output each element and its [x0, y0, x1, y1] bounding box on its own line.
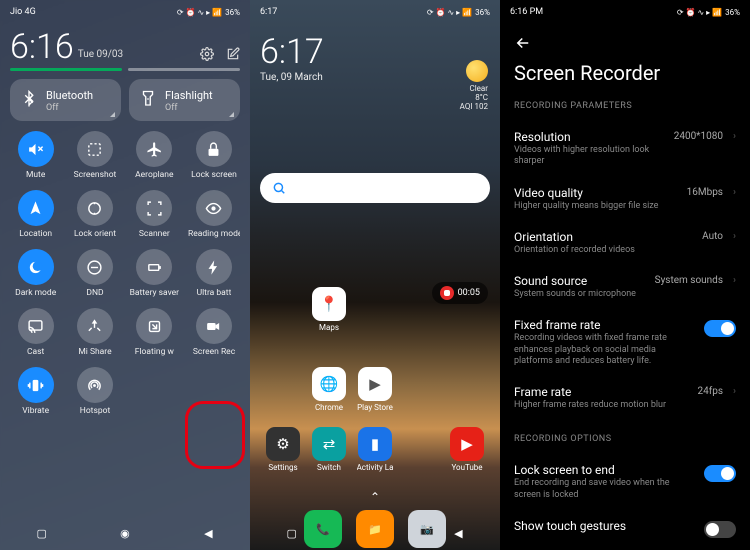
- setting-frame-rate[interactable]: Frame rateHigher frame rates reduce moti…: [514, 376, 736, 420]
- edit-icon[interactable]: [226, 47, 240, 64]
- expand-icon[interactable]: [229, 112, 234, 117]
- tile-lock[interactable]: Lock screen: [188, 131, 240, 180]
- drawer-arrow-icon[interactable]: ⌃: [370, 490, 380, 504]
- setting-lock-screen-to-end[interactable]: Lock screen to endEnd recording and save…: [514, 454, 736, 510]
- tile-bolt[interactable]: Ultra batt: [188, 249, 240, 298]
- tile-battery[interactable]: Battery saver: [129, 249, 180, 298]
- tile-scan[interactable]: Scanner: [129, 190, 180, 239]
- tile-mute[interactable]: Mute: [10, 131, 61, 180]
- sun-icon: [466, 60, 488, 82]
- brightness-slider[interactable]: [10, 68, 240, 71]
- app-activity[interactable]: ▮Activity La: [354, 427, 396, 472]
- setting-orientation[interactable]: OrientationOrientation of recorded video…: [514, 221, 736, 265]
- clock-time: 6:16: [10, 30, 74, 64]
- tile-location[interactable]: Location: [10, 190, 61, 239]
- tile-vibrate[interactable]: Vibrate: [10, 367, 61, 416]
- expand-icon[interactable]: [110, 112, 115, 117]
- status-icons: ⟳ ⏰ ∿ ▸ 📶 36%: [427, 8, 490, 17]
- search-bar[interactable]: [260, 173, 490, 203]
- tile-orient[interactable]: Lock orient: [69, 190, 120, 239]
- tile-cast[interactable]: Cast: [10, 308, 61, 357]
- back-button[interactable]: [514, 34, 736, 55]
- app-youtube[interactable]: ▶YouTube: [446, 427, 488, 472]
- search-icon: [272, 181, 286, 195]
- dock-files[interactable]: 📁: [356, 510, 394, 548]
- tile-float[interactable]: Floating w: [129, 308, 180, 357]
- app-playstore[interactable]: ▶Play Store: [354, 367, 396, 412]
- bluetooth-tile[interactable]: BluetoothOff: [10, 79, 121, 121]
- tile-hotspot[interactable]: Hotspot: [69, 367, 120, 416]
- setting-show-touch-gestures[interactable]: Show touch gestures: [514, 510, 736, 547]
- setting-sound-source[interactable]: Sound sourceSystem sounds or microphoneS…: [514, 265, 736, 309]
- setting-resolution[interactable]: ResolutionVideos with higher resolution …: [514, 121, 736, 177]
- tile-share[interactable]: Mi Share: [69, 308, 120, 357]
- clock-time: 6:17: [260, 32, 490, 72]
- app-maps[interactable]: 📍Maps: [308, 287, 350, 332]
- dock-phone[interactable]: 📞: [304, 510, 342, 548]
- dock-camera[interactable]: 📷: [408, 510, 446, 548]
- section-options: RECORDING OPTIONS: [514, 434, 736, 444]
- toggle[interactable]: [704, 465, 736, 482]
- status-icons: ⟳ ⏰ ∿ ▸ 📶 36%: [677, 8, 740, 17]
- app-chrome[interactable]: 🌐Chrome: [308, 367, 350, 412]
- tile-plane[interactable]: Aeroplane: [129, 131, 180, 180]
- tile-eye[interactable]: Reading mode: [188, 190, 240, 239]
- toggle[interactable]: [704, 320, 736, 337]
- nav-back[interactable]: ◀: [200, 525, 216, 541]
- status-icons: ⟳ ⏰ ∿ ▸ 📶 36%: [177, 8, 240, 17]
- section-parameters: RECORDING PARAMETERS: [514, 101, 736, 111]
- carrier-label: Jio 4G: [10, 7, 36, 17]
- time-small: 6:17: [260, 7, 277, 17]
- page-title: Screen Recorder: [514, 61, 736, 85]
- flashlight-tile[interactable]: FlashlightOff: [129, 79, 240, 121]
- nav-recents[interactable]: ▢: [34, 525, 50, 541]
- toggle[interactable]: [704, 521, 736, 538]
- tile-rec[interactable]: Screen Rec: [188, 308, 240, 357]
- tile-dark[interactable]: Dark mode: [10, 249, 61, 298]
- time-small: 6:16 PM: [510, 7, 543, 17]
- settings-icon[interactable]: [200, 47, 214, 64]
- tile-dnd[interactable]: DND: [69, 249, 120, 298]
- app-settings[interactable]: ⚙Settings: [262, 427, 304, 472]
- setting-fixed-frame-rate[interactable]: Fixed frame rateRecording videos with fi…: [514, 309, 736, 376]
- nav-home[interactable]: ◉: [117, 525, 133, 541]
- setting-video-quality[interactable]: Video qualityHigher quality means bigger…: [514, 177, 736, 221]
- clock-date: Tue 09/03: [78, 49, 123, 60]
- weather-widget[interactable]: Clear 8°C AQI 102: [460, 60, 488, 111]
- clock-date: Tue, 09 March: [260, 72, 490, 83]
- tile-screenshot[interactable]: Screenshot: [69, 131, 120, 180]
- app-switch[interactable]: ⇄Switch: [308, 427, 350, 472]
